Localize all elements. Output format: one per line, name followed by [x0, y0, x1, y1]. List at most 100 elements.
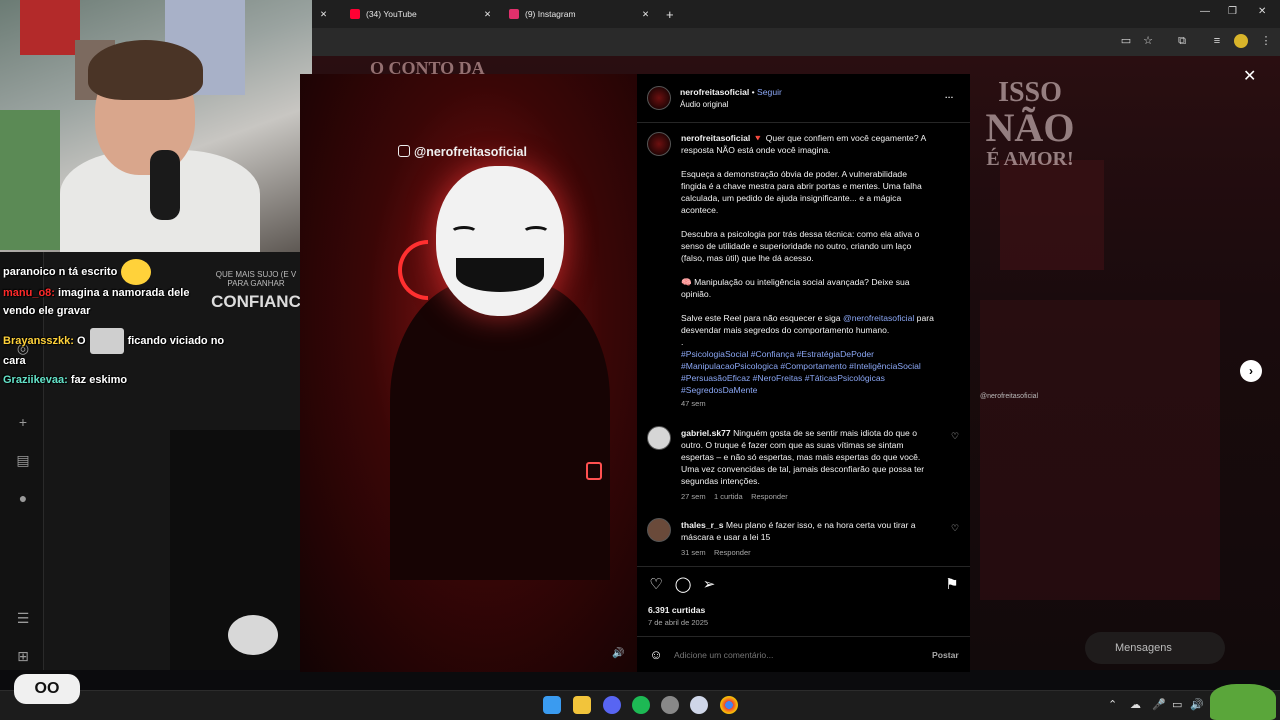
- commenter-avatar[interactable]: [647, 426, 671, 450]
- tab-close-icon[interactable]: ✕: [484, 4, 491, 24]
- caption-line: 🧠 Manipulação ou inteligência social ava…: [681, 277, 910, 287]
- chat-username: Brayansszkk:: [3, 334, 74, 347]
- comment-time: 27 sem: [681, 492, 706, 501]
- separator-dot: •: [751, 87, 755, 97]
- file-explorer-icon[interactable]: [573, 696, 591, 714]
- extensions-icon[interactable]: ⧉: [1175, 34, 1189, 48]
- author-username[interactable]: nerofreitasoficial: [680, 87, 749, 97]
- likes-count[interactable]: 6.391 curtidas: [648, 604, 705, 616]
- comment-line: segundas intenções.: [681, 476, 760, 486]
- microphone-icon[interactable]: 🎤: [1152, 698, 1166, 711]
- chat-message: manu_o8: imagina a namorada dele: [3, 287, 189, 299]
- left-bg-caption: QUE MAIS SUJO (E V PARA GANHAR CONFIANC: [200, 270, 312, 312]
- audio-label[interactable]: Áudio original: [680, 99, 728, 111]
- hashtag-line[interactable]: #SegredosDaMente: [681, 384, 951, 396]
- comment-like-heart-icon[interactable]: ♡: [951, 523, 959, 534]
- ccleaner-icon[interactable]: [690, 696, 708, 714]
- mask-eye: [450, 226, 478, 240]
- caption-line: acontece.: [681, 205, 719, 215]
- streamer-hair: [88, 40, 203, 100]
- network-icon[interactable]: ☁: [1130, 698, 1141, 711]
- mention-link[interactable]: @nerofreitasoficial: [843, 313, 914, 323]
- hashtag-line[interactable]: #PersuasãoEficaz #NeroFreitas #TáticasPs…: [681, 372, 951, 384]
- dashboard-icon[interactable]: ▤: [15, 452, 31, 468]
- triangle-emoji-icon: 🔻: [752, 133, 764, 143]
- obs-icon[interactable]: [661, 696, 679, 714]
- browser-tab-bar: ✕ (34) YouTube ✕ (9) Instagram ✕ + — ❐ ✕: [312, 0, 1280, 28]
- tray-arrow-icon[interactable]: ⌃: [1108, 698, 1117, 711]
- hashtag-line[interactable]: #ManipulacaoPsicologica #Comportamento #…: [681, 360, 951, 372]
- bg-line: É AMOR!: [986, 148, 1074, 171]
- more-menu-icon[interactable]: ☰: [15, 610, 31, 626]
- microphone: [150, 150, 180, 220]
- chat-text: cara: [3, 355, 26, 367]
- comment-like-heart-icon[interactable]: ♡: [951, 431, 959, 442]
- streamer-webcam: [0, 0, 312, 252]
- reply-button[interactable]: Responder: [714, 548, 751, 557]
- minimize-icon[interactable]: —: [1200, 6, 1210, 17]
- chrome-icon[interactable]: [720, 696, 738, 714]
- apps-icon[interactable]: ⊞: [15, 648, 31, 664]
- caption-line: fingida é a chave mestra para abrir port…: [681, 181, 922, 191]
- chat-username: Graziikevaa:: [3, 374, 68, 386]
- comment-bubble-icon[interactable]: ◯: [674, 576, 692, 594]
- author-avatar[interactable]: [647, 86, 671, 110]
- follow-button[interactable]: Seguir: [757, 87, 782, 97]
- comment: gabriel.sk77 Ninguém gosta de se sentir …: [681, 427, 951, 503]
- close-modal-icon[interactable]: ✕: [1243, 66, 1256, 86]
- chat-text: ficando viciado no: [127, 334, 225, 347]
- chat-text: O: [77, 334, 86, 347]
- maximize-icon[interactable]: ❐: [1228, 6, 1237, 17]
- post-comment-button[interactable]: Postar: [932, 649, 959, 661]
- watermark-text: @nerofreitasoficial: [414, 145, 527, 159]
- comment-input[interactable]: [674, 648, 904, 662]
- reply-button[interactable]: Responder: [751, 492, 788, 501]
- wifi-icon[interactable]: ▭: [1172, 698, 1182, 711]
- caption-username[interactable]: nerofreitasoficial: [681, 133, 750, 143]
- next-post-arrow-icon[interactable]: ›: [1240, 360, 1262, 382]
- emote-icon: [121, 259, 152, 285]
- comment-username[interactable]: gabriel.sk77: [681, 428, 731, 438]
- caption-line: Quer que confiem em você cegamente? A: [765, 133, 927, 143]
- hashtag-line[interactable]: #PsicologiaSocial #Confiança #Estratégia…: [681, 348, 951, 360]
- media-icon[interactable]: ≡: [1210, 34, 1224, 48]
- caption-line: .: [681, 337, 684, 347]
- frog-emote-overlay: [1210, 684, 1276, 720]
- tab-youtube[interactable]: (34) YouTube: [350, 4, 490, 24]
- tab-close-icon[interactable]: ✕: [642, 4, 649, 24]
- messages-button[interactable]: Mensagens: [1085, 632, 1225, 664]
- post-header: nerofreitasoficial • Seguir: [680, 86, 782, 98]
- window-close-icon[interactable]: ✕: [1258, 6, 1266, 17]
- spotify-icon[interactable]: [632, 696, 650, 714]
- comment-line: Meu plano é fazer isso, e na hora certa …: [725, 520, 916, 530]
- volume-tray-icon[interactable]: 🔊: [1190, 698, 1204, 711]
- caption-line: (falso, mas útil) que lhe dá acesso.: [681, 253, 814, 263]
- caption-line: calculada, um pedido de ajuda insignific…: [681, 193, 902, 203]
- new-tab-button[interactable]: +: [666, 4, 674, 24]
- commenter-avatar[interactable]: [647, 518, 671, 542]
- chat-message: cara: [3, 355, 26, 367]
- cast-icon[interactable]: ▭: [1119, 34, 1133, 48]
- emoji-icon[interactable]: ☺: [647, 646, 665, 664]
- more-options-icon[interactable]: ···: [945, 91, 954, 103]
- profile-icon[interactable]: ●: [15, 490, 31, 506]
- comment-likes[interactable]: 1 curtida: [714, 492, 743, 501]
- volume-icon[interactable]: 🔊: [612, 648, 626, 662]
- profile-avatar[interactable]: [1234, 34, 1248, 48]
- tab-close-icon[interactable]: ✕: [320, 4, 327, 24]
- tab-instagram[interactable]: (9) Instagram: [509, 4, 649, 24]
- save-bookmark-icon[interactable]: ⚑: [943, 576, 961, 594]
- caption-line: desvendar mais segredos do comportamento…: [681, 325, 890, 335]
- mask-face: [436, 166, 564, 316]
- share-send-icon[interactable]: ➢: [700, 576, 718, 594]
- menu-dots-icon[interactable]: ⋮: [1259, 34, 1273, 48]
- caption-line: resposta NÃO está onde você imagina.: [681, 145, 831, 155]
- windows-start-icon[interactable]: [543, 696, 561, 714]
- discord-icon[interactable]: [603, 696, 621, 714]
- like-heart-icon[interactable]: ♡: [647, 576, 665, 594]
- create-icon[interactable]: +: [15, 414, 31, 430]
- comment-username[interactable]: thales_r_s: [681, 520, 724, 530]
- bookmark-star-icon[interactable]: ☆: [1141, 34, 1155, 48]
- chat-text: faz eskimo: [70, 374, 128, 386]
- caption-avatar[interactable]: [647, 132, 671, 156]
